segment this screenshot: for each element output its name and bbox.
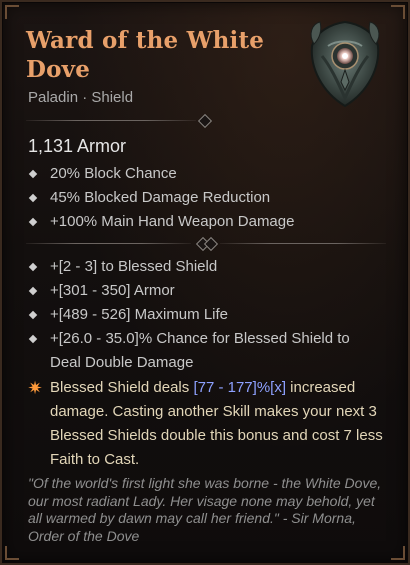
affix-text: 45% Blocked Damage Reduction — [50, 189, 271, 206]
legendary-aspect: ✷ Blessed Shield deals [77 - 177]%[x] in… — [26, 376, 410, 472]
section-divider — [26, 113, 216, 129]
flavor-text: "Of the world's first light she was born… — [28, 475, 382, 544]
affix-text: 20% Block Chance — [50, 165, 177, 182]
affix: +[2 - 3] to Blessed Shield — [26, 255, 376, 279]
section-divider — [26, 236, 386, 252]
affix-text: +100% Main Hand Weapon Damage — [50, 213, 295, 230]
corner-ornament — [5, 546, 19, 560]
corner-ornament — [5, 5, 19, 19]
item-name-line-2: Dove — [26, 56, 91, 83]
implicit-list: 20% Block Chance 45% Blocked Damage Redu… — [26, 162, 376, 234]
affix-text: +[301 - 350] Armor — [50, 282, 175, 299]
item-name-line-1: Ward of the White — [26, 27, 265, 54]
affix-list: +[2 - 3] to Blessed Shield +[301 - 350] … — [26, 255, 376, 375]
legendary-range: [77 - 177]%[x] — [193, 379, 286, 396]
affix: +[26.0 - 35.0]% Chance for Blessed Shiel… — [26, 327, 376, 375]
item-tooltip: Ward of the White Dove Paladin · Shield — [0, 0, 410, 565]
legendary-star-icon: ✷ — [27, 378, 43, 398]
affix: +[489 - 526] Maximum Life — [26, 303, 376, 327]
corner-ornament — [391, 5, 405, 19]
bullet-icon — [28, 217, 38, 227]
bullet-icon — [28, 169, 38, 179]
bullet-icon — [28, 310, 38, 320]
item-name: Ward of the White Dove — [26, 26, 306, 84]
bullet-icon — [28, 262, 38, 272]
corner-ornament — [391, 546, 405, 560]
item-type: Paladin · Shield — [28, 89, 134, 106]
affix-text: +[489 - 526] Maximum Life — [50, 306, 229, 323]
affix-text: +[26.0 - 35.0]% Chance for Blessed Shiel… — [50, 330, 350, 371]
implicit-affix: +100% Main Hand Weapon Damage — [26, 210, 376, 234]
bullet-icon — [28, 334, 38, 344]
shield-icon — [310, 20, 380, 108]
affix: +[301 - 350] Armor — [26, 279, 376, 303]
affix-text: +[2 - 3] to Blessed Shield — [50, 258, 218, 275]
implicit-affix: 20% Block Chance — [26, 162, 376, 186]
legendary-text-prefix: Blessed Shield deals — [50, 379, 194, 396]
bullet-icon — [28, 193, 38, 203]
armor-value: 1,131 Armor — [28, 136, 127, 156]
implicit-affix: 45% Blocked Damage Reduction — [26, 186, 376, 210]
bullet-icon — [28, 286, 38, 296]
